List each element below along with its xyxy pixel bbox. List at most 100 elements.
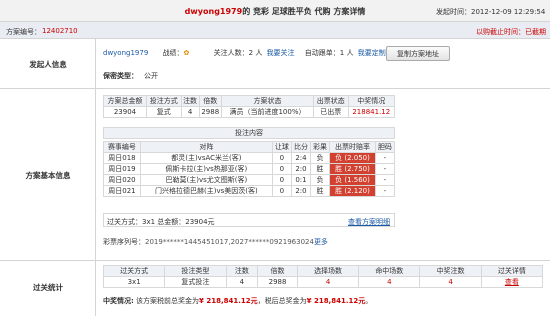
prize-text: ，税后总奖金为: [257, 297, 307, 305]
match-handicap: 0: [271, 163, 292, 175]
match-score: 2:4: [290, 152, 312, 164]
stats-header: 中奖注数: [419, 265, 482, 277]
match-result: 胜: [309, 185, 331, 197]
stats-table: 过关方式 投注类型 注数 倍数 选择场数 命中场数 中奖注数 过关详情 3x1 …: [102, 265, 544, 288]
pass-row: 过关方式：3x1 总金额：23904元 查看方案明细: [103, 213, 395, 227]
match-id: 周日021: [103, 185, 141, 197]
match-odds: 负 (2.050): [329, 152, 376, 164]
section-divider: [0, 260, 550, 261]
match-id: 周日019: [103, 163, 141, 175]
match-result: 胜: [309, 163, 331, 175]
table-row: 周日019 佩斯卡拉(主)vs热那亚(客) 0 2:0 胜 胜 (2.750) …: [103, 163, 396, 175]
table-row: 周日021 门兴格拉德巴赫(主)vs美因茨(客) 0 2:0 胜 胜 (2.12…: [103, 185, 396, 197]
secret-type: 保密类型： 公开: [103, 72, 158, 80]
record-label: 战绩：: [162, 49, 184, 57]
match-result: 负: [309, 174, 331, 186]
bet-content-title: 投注内容: [103, 127, 395, 139]
match-header: 比分: [290, 141, 312, 153]
match-header: 出票时赔率: [329, 141, 376, 153]
prize-summary: 中奖情况: 该方案税前总奖金为¥ 218,841.12元，税后总奖金为¥ 218…: [103, 296, 372, 306]
match-banker: -: [374, 163, 396, 175]
match-header: 对阵: [139, 141, 273, 153]
initiator-label: 发起人信息: [29, 60, 67, 69]
stats-header: 过关详情: [480, 265, 544, 277]
basic-info-label: 方案基本信息: [25, 171, 71, 180]
match-banker: -: [374, 152, 396, 164]
match-header: 赛事编号: [103, 141, 141, 153]
match-banker: -: [374, 185, 396, 197]
ticket-state: 已出票: [312, 106, 349, 118]
plan-status: 以购截止时间：已截期: [476, 28, 546, 36]
match-score: 0:1: [290, 174, 312, 186]
match-header: 让球: [271, 141, 292, 153]
summary-header: 方案总金额: [103, 95, 147, 107]
stats-selected: 4: [296, 276, 360, 288]
match-odds: 负 (1.560): [329, 174, 376, 186]
stats-bet-type: 复式投注: [164, 276, 227, 288]
match-handicap: 0: [271, 152, 292, 164]
summary-header: 出票状态: [312, 95, 349, 107]
record-trophy-icon: ✿: [183, 49, 190, 57]
summary-header: 倍数: [198, 95, 222, 107]
auto-follow-count: 1 人: [339, 49, 354, 57]
stats-header: 选择场数: [296, 265, 360, 277]
header-bar: dwyong1979的 竞彩 足球胜平负 代购 方案详情 发起时间：2012-1…: [0, 0, 550, 22]
summary-header: 方案状态: [220, 95, 314, 107]
stats-view-link[interactable]: 查看: [480, 276, 544, 288]
stats-header: 投注类型: [164, 265, 227, 277]
prize-end: 。: [365, 297, 373, 305]
follow-label: 关注人数：: [213, 49, 249, 57]
auto-follow-label: 自动跟单：: [304, 49, 340, 57]
match-banker: -: [374, 174, 396, 186]
match-handicap: 0: [271, 174, 292, 186]
ticket-serial: 彩票序列号：2019******1445451017,2027******092…: [103, 237, 328, 247]
table-row: 周日018 都灵(主)vsAC米兰(客) 0 2:4 负 负 (2.050) -: [103, 152, 396, 164]
stats-bet-count: 4: [225, 276, 259, 288]
prize-text: 该方案税前总奖金为: [136, 297, 200, 305]
ticket-label: 彩票序列号：: [103, 238, 145, 246]
stats-header: 过关方式: [102, 265, 166, 277]
match-id: 周日020: [103, 174, 141, 186]
view-plan-detail-link[interactable]: 查看方案明细: [348, 217, 390, 227]
follow-link[interactable]: 我要关注: [267, 49, 295, 57]
match-teams: 都灵(主)vsAC米兰(客): [139, 152, 273, 164]
match-handicap: 0: [271, 185, 292, 197]
stats-label: 过关统计: [33, 283, 63, 292]
initiator-username[interactable]: dwyong1979: [103, 49, 148, 57]
bet-count: 4: [180, 106, 200, 118]
match-odds: 胜 (2.750): [329, 163, 376, 175]
match-teams: 巴勒莫(主)vs尤文图斯(客): [139, 174, 273, 186]
summary-header: 注数: [180, 95, 200, 107]
summary-table: 方案总金额 投注方式 注数 倍数 方案状态 出票状态 中奖情况 23904 复式…: [103, 95, 396, 118]
bet-method: 复式: [145, 106, 182, 118]
plan-number: 12402710: [42, 27, 78, 35]
total-amount: 23904: [103, 106, 147, 118]
summary-header: 投注方式: [145, 95, 182, 107]
prize-pretax: ¥ 218,841.12元: [199, 297, 258, 305]
stats-header: 命中场数: [358, 265, 421, 277]
pass-summary: 过关方式：3x1 总金额：23904元: [107, 218, 215, 226]
match-table: 赛事编号 对阵 让球 比分 彩果 出票时赔率 胆码 周日018 都灵(主)vsA…: [103, 141, 396, 197]
customize-link[interactable]: 我要定制: [358, 49, 386, 57]
summary-header: 中奖情况: [347, 95, 396, 107]
ticket-more-link[interactable]: 更多: [314, 238, 328, 246]
plan-number-label: 方案编号：: [6, 28, 41, 36]
table-row: 周日020 巴勒莫(主)vs尤文图斯(客) 0 0:1 负 负 (1.560) …: [103, 174, 396, 186]
prize-amount: 218841.12: [347, 106, 396, 118]
stats-header: 注数: [225, 265, 259, 277]
match-score: 2:0: [290, 163, 312, 175]
table-row: 3x1 复式投注 4 2988 4 4 4 查看: [102, 276, 544, 288]
match-teams: 门兴格拉德巴赫(主)vs美因茨(客): [139, 185, 273, 197]
ticket-value: 2019******1445451017,2027******092196302…: [145, 238, 314, 246]
match-header: 胆码: [374, 141, 396, 153]
initiator-row: dwyong1979 战绩：✿ 关注人数：2 人 我要关注 自动跟单：1 人 我…: [103, 48, 386, 58]
plan-bar: 方案编号： 12402710 以购截止时间：已截期: [0, 22, 550, 39]
stats-hit: 4: [358, 276, 421, 288]
match-score: 2:0: [290, 185, 312, 197]
publish-time: 发起时间：2012-12-09 12:29:54: [436, 8, 546, 16]
title-username[interactable]: dwyong1979: [185, 7, 243, 16]
prize-posttax: ¥ 218,841.12元: [306, 297, 366, 305]
stats-header: 倍数: [257, 265, 298, 277]
copy-plan-url-button[interactable]: 复制方案地址: [386, 46, 450, 61]
follow-count: 2 人: [248, 49, 263, 57]
